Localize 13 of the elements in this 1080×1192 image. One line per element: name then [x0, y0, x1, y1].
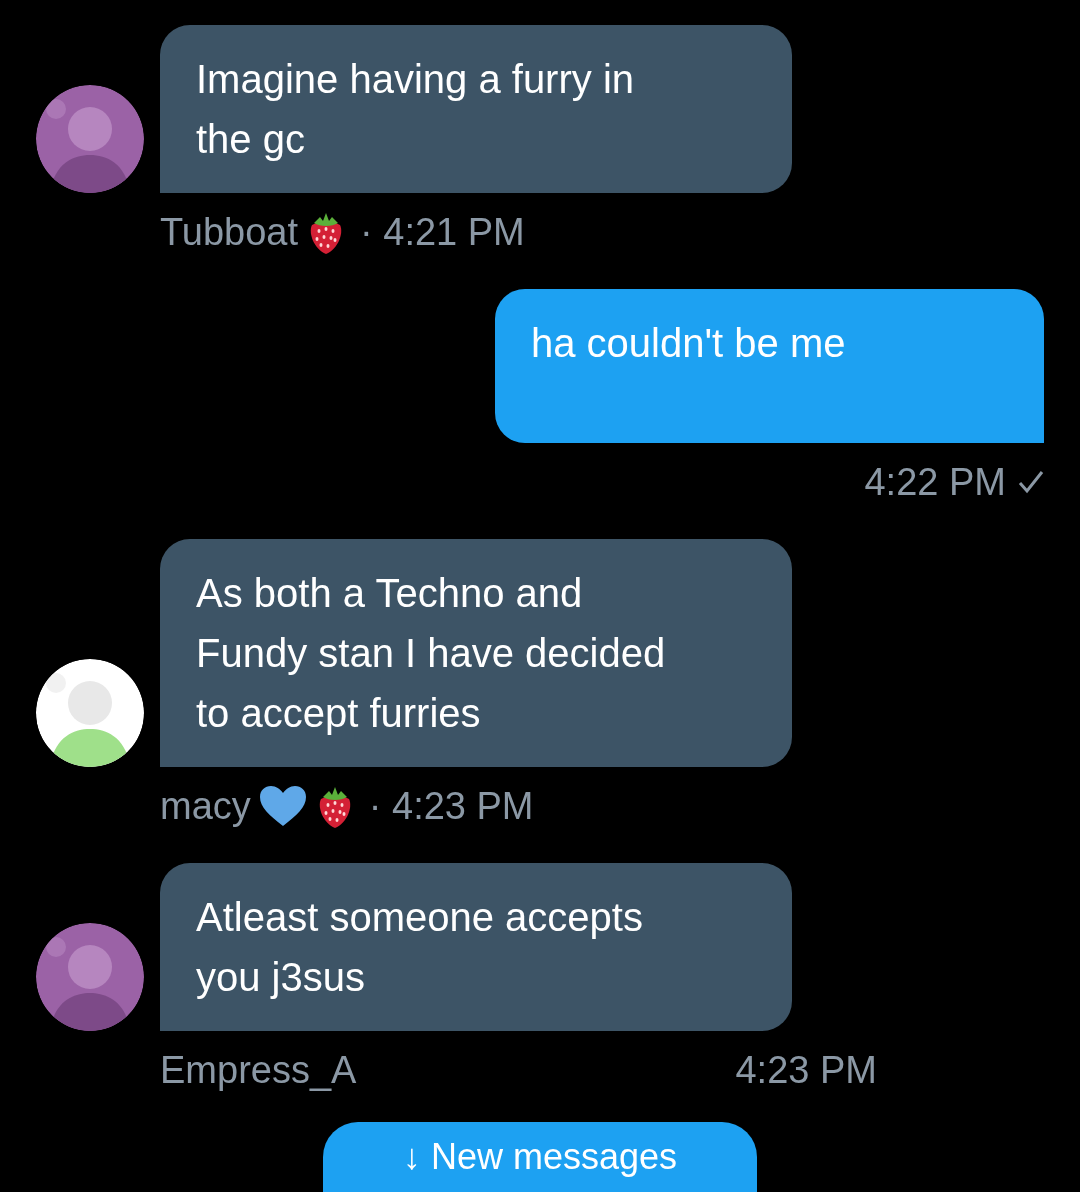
heart-icon: [258, 785, 307, 827]
sender-name: Tubboat: [160, 209, 299, 255]
message-bubble: ha couldn't be me: [495, 289, 1044, 443]
new-messages-button[interactable]: ↓ New messages: [323, 1122, 757, 1192]
message-bubble: Atleast someone accepts you j3sus: [160, 863, 792, 1031]
timestamp: · 4:23 PM: [368, 783, 534, 829]
timestamp: · 4:21 PM: [360, 209, 525, 255]
timestamp: 4:23 PM: [735, 1047, 877, 1093]
sender-name: macy: [160, 783, 251, 829]
timestamp: 4:22 PM: [864, 459, 1006, 505]
message-bubble: As both a Techno and Fundy stan I have decided to accept furries: [160, 539, 792, 767]
message-bubble: Imagine having a furry in the gc: [160, 25, 792, 193]
sender-name: Empress_A: [160, 1047, 357, 1093]
